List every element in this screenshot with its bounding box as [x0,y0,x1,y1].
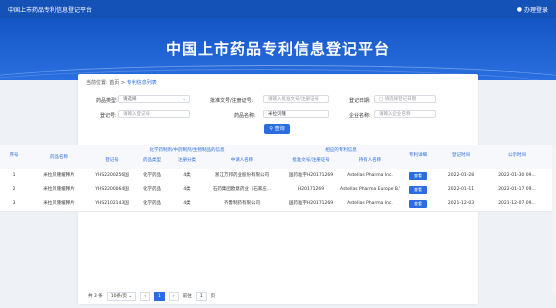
breadcrumb-current: 专利信息列表 [126,80,157,86]
row-reg-date: 2022-01-11 [447,187,475,192]
row-type: 化学药品 [143,187,161,192]
page-size-value: 10条/页 [110,293,127,299]
col-header-applicant: 中请人名称 [230,158,254,163]
approval-no-input[interactable]: 请输入批准文号/注册证号 [263,95,329,103]
page-unit-label: 页 [210,294,216,299]
page-scrollbar[interactable] [552,145,556,295]
page-1-button[interactable]: 1 [154,291,165,301]
breadcrumb-home-link[interactable]: 首页 [109,80,119,86]
row-type: 化学药品 [143,173,161,178]
row-class: 4类 [183,187,191,192]
row-approval: 国药准字H20171269 [288,201,334,206]
row-holder: Astellas Pharma Inc. [347,201,393,206]
search-button[interactable]: ⚲ 查询 [264,124,290,134]
row-reg-date: 2021-12-03 [447,201,475,206]
row-seq: 1 [12,173,16,178]
col-header-type: 药品类型 [143,158,161,163]
reg-date-picker[interactable]: □ 请选择登记日期 [374,95,436,103]
row-pub-date: 2021-12-07 09... [498,201,536,206]
row-class: 4类 [183,201,191,206]
row-reg-no: YHS2200256国 [95,173,129,178]
reg-no-input[interactable]: 请输入登记号 [118,110,190,118]
col-header-reg-date: 登记时间 [452,153,470,158]
top-bar: 中国上市药品专利信息登记平台 ● 办理登录 [0,0,556,18]
col-header-class: 注册分类 [178,158,196,163]
page-size-select[interactable]: 10条/页 ⌄ [106,291,137,301]
row-applicant: 浙江万邦药业股份有限公司 [215,173,269,178]
table-empty-area [78,212,478,288]
row-pub-date: 2022-01-17 09... [498,187,536,192]
col-header-pub-date: 公示时间 [508,153,526,158]
prev-page-button[interactable]: ‹ [140,291,151,301]
reg-no-placeholder: 请输入登记号 [123,112,150,117]
approval-no-label: 批准文号/注册证号: [210,98,254,104]
row-drug-name: 米拉贝隆缓释片 [43,187,75,192]
row-seq: 2 [12,187,16,192]
row-reg-no: YHS2102143国 [95,201,129,206]
row-seq: 3 [12,201,16,206]
drug-name-header: 药品名称 [50,155,68,160]
breadcrumb-separator: > [120,80,126,86]
table-row: 2 米拉贝隆缓释片 YHS2200064国 化学药品 4类 石药集团欧意药业（石… [0,183,556,198]
goto-page-input[interactable]: 1 [195,291,207,301]
row-applicant: 齐鲁制药有限公司 [224,201,260,206]
drug-name-label: 药品名称: [234,113,256,119]
pagination: 共 3 条 10条/页 ⌄ ‹ 1 › 前往 1 页 [88,291,216,301]
col-header-detail: 专利详细 [409,153,427,158]
drug-type-value: 请选择 [123,97,137,102]
reg-no-label: 登记号: [100,113,117,119]
search-button-label: 查询 [274,126,285,132]
drug-type-select[interactable]: 请选择 ⌄ [118,95,190,103]
row-holder: Astellas Pharma Europe B.V. [340,187,400,192]
drug-name-input[interactable]: 米拉贝隆 [263,110,329,118]
row-approval: H20171269 [297,187,325,192]
chevron-down-icon: ⌄ [182,97,186,102]
goto-label: 前往 [182,294,192,299]
view-detail-button[interactable]: 查看 [409,172,427,180]
company-placeholder: 请输入企业名称 [379,112,411,117]
login-label: 办理登录 [523,7,548,14]
pager-total: 共 3 条 [88,294,103,299]
col-header-approval: 批准文号/注册证号 [292,158,330,163]
row-drug-name: 米拉贝隆缓释片 [43,201,75,206]
row-type: 化学药品 [143,201,161,206]
row-applicant: 石药集团欧意药业（石家庄... [212,187,272,192]
approval-no-placeholder: 请输入批准文号/注册证号 [268,97,320,102]
login-link[interactable]: ● 办理登录 [517,5,548,14]
row-holder: Astellas Pharma Inc. [347,173,393,178]
company-label: 企业名称: [349,113,371,119]
row-pub-date: 2022-01-30 09... [498,173,536,178]
row-reg-no: YHS2200064国 [95,187,129,192]
company-input[interactable]: 请输入企业名称 [374,110,436,118]
drug-type-label: 药品类型: [96,98,118,104]
col-header-reg-no: 登记号 [105,158,119,163]
banner-heading: 中国上市药品专利信息登记平台 [165,40,390,58]
view-detail-button[interactable]: 查看 [409,200,427,208]
table-row: 1 米拉贝隆缓释片 YHS2200256国 化学药品 4类 浙江万邦药业股份有限… [0,169,556,184]
banner: 中国上市药品专利信息登记平台 [0,18,556,80]
chevron-down-icon: ⌄ [128,293,133,299]
row-approval: 国药准字H20171269 [288,173,334,178]
col-header-holder: 持有人名称 [358,158,382,163]
view-detail-button[interactable]: 查看 [409,186,427,194]
reg-date-placeholder: 请选择登记日期 [384,97,417,102]
breadcrumb: 当前位置: 首页 > 专利信息列表 [86,79,157,86]
next-page-button[interactable]: › [168,291,179,301]
site-title: 中国上市药品专利信息登记平台 [8,7,93,14]
row-reg-date: 2022-01-28 [447,173,475,178]
seq-header: 序号 [9,153,19,158]
drug-name-value: 米拉贝隆 [268,112,286,117]
user-icon: ● [516,6,522,13]
table-row: 3 米拉贝隆缓释片 YHS2102143国 化学药品 4类 齐鲁制药有限公司 国… [0,197,556,212]
row-class: 4类 [183,173,191,178]
breadcrumb-prefix: 当前位置: [86,80,108,86]
row-drug-name: 米拉贝隆缓释片 [43,173,75,178]
reg-date-label: 登记日期: [349,98,371,104]
